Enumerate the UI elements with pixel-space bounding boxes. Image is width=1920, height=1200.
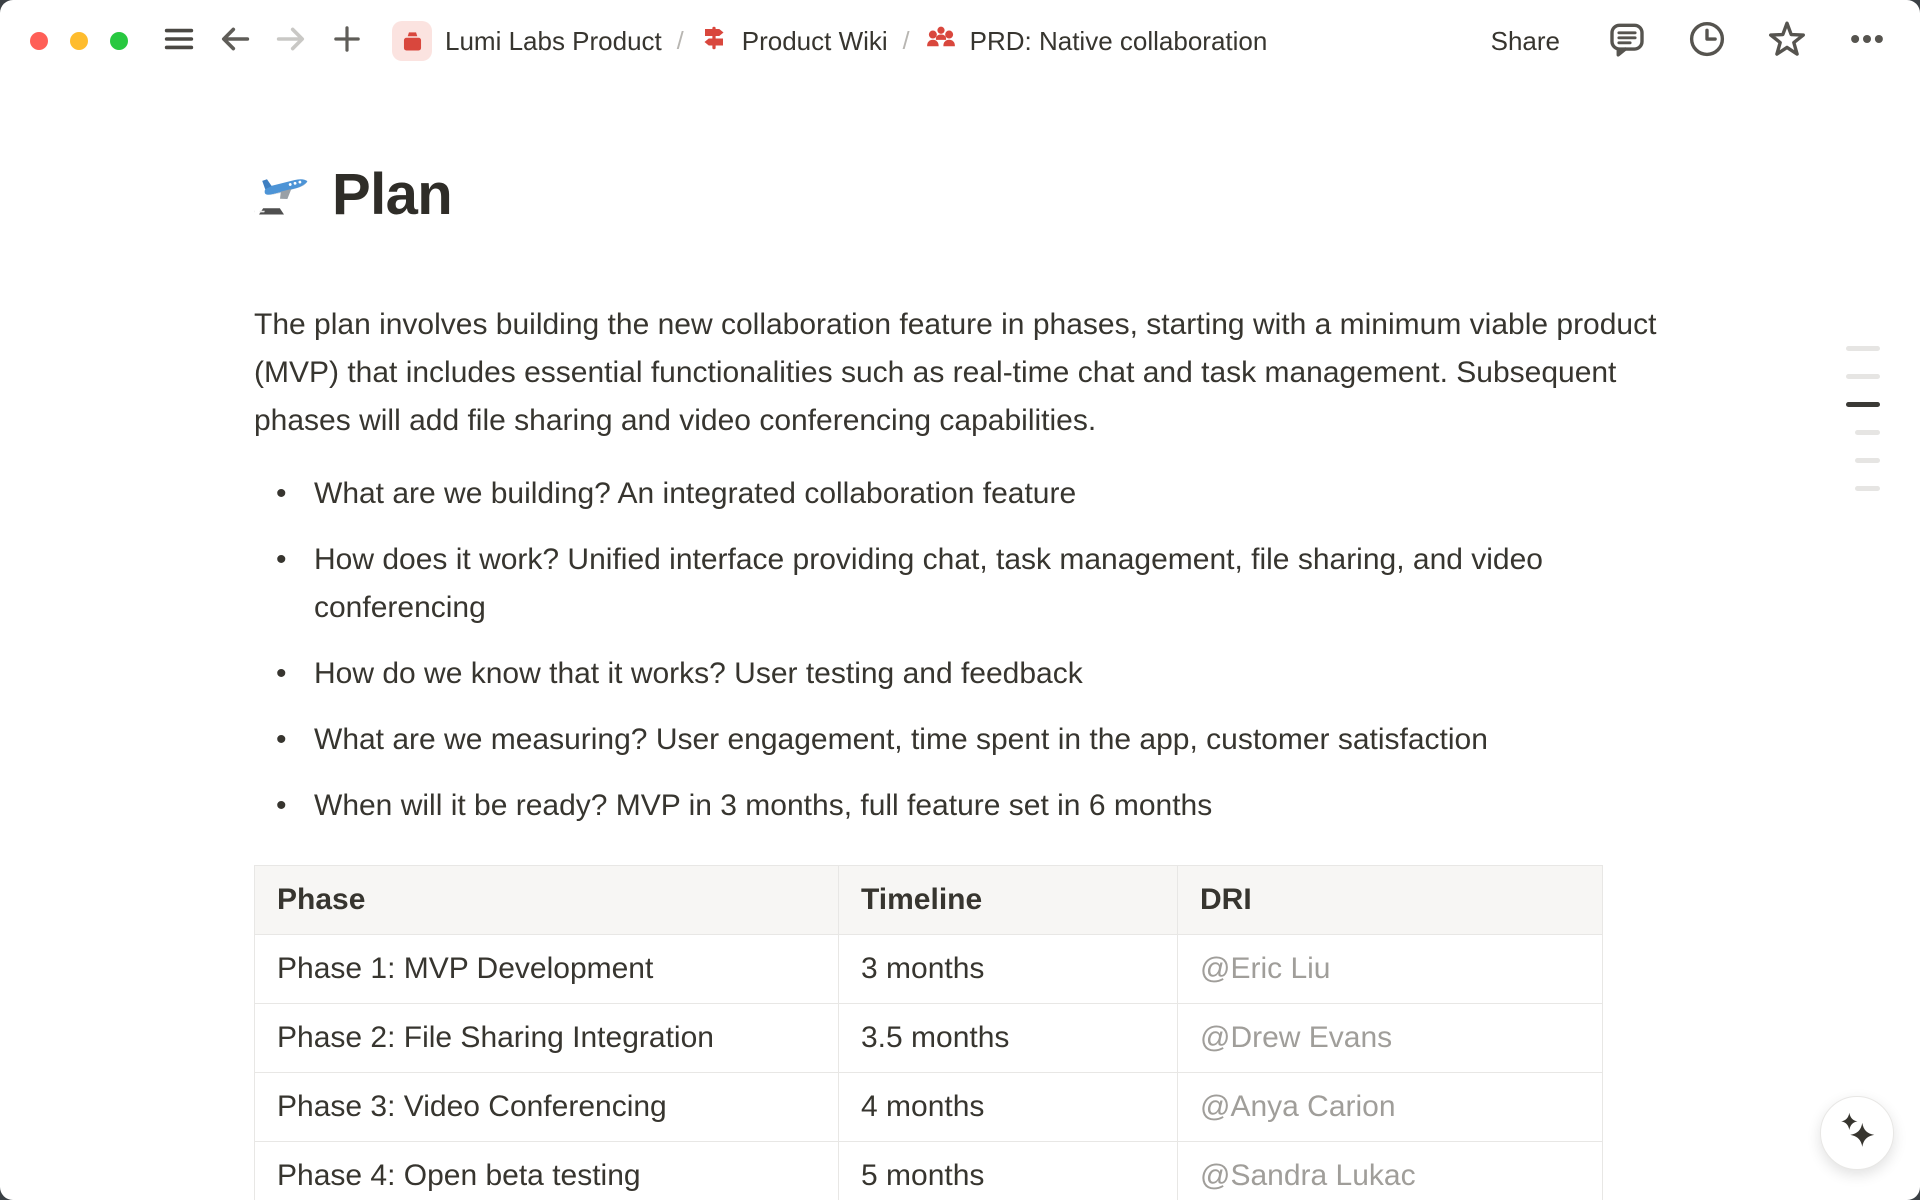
page-title[interactable]: Plan [332, 161, 452, 228]
outline-item[interactable] [1846, 374, 1880, 379]
table-column-header[interactable]: Timeline [839, 865, 1178, 934]
people-group-icon [925, 22, 957, 61]
outline-indicator [1846, 346, 1880, 491]
breadcrumb-label: PRD: Native collaboration [970, 26, 1268, 57]
ai-assistant-button[interactable] [1820, 1096, 1894, 1170]
new-page-button[interactable] [324, 18, 370, 64]
bullet-item[interactable]: How do we know that it works? User testi… [254, 641, 1666, 707]
sparkles-icon [1834, 1108, 1880, 1159]
table-row: Phase 1: MVP Development3 months@Eric Li… [255, 934, 1603, 1003]
clipboard-icon [392, 21, 432, 61]
minimize-window-button[interactable] [70, 32, 88, 50]
more-options-button[interactable] [1844, 18, 1890, 64]
outline-item[interactable] [1855, 486, 1880, 491]
table-header-row: PhaseTimelineDRI [255, 865, 1603, 934]
plus-icon [330, 22, 364, 61]
hamburger-icon [161, 21, 197, 62]
ellipsis-icon [1847, 19, 1887, 64]
zoom-window-button[interactable] [110, 32, 128, 50]
app-window: Lumi Labs Product / Product Wiki / PRD: … [0, 0, 1920, 1200]
document-body: Plan The plan involves building the new … [254, 122, 1666, 1200]
table-row: Phase 3: Video Conferencing4 months@Anya… [255, 1072, 1603, 1141]
table-column-header[interactable]: DRI [1178, 865, 1603, 934]
outline-item[interactable] [1855, 458, 1880, 463]
bullet-item[interactable]: How does it work? Unified interface prov… [254, 527, 1666, 641]
signpost-icon [699, 23, 729, 60]
breadcrumb-item-page[interactable]: PRD: Native collaboration [919, 18, 1274, 65]
phase-table-body: Phase 1: MVP Development3 months@Eric Li… [255, 934, 1603, 1200]
star-icon [1766, 18, 1808, 65]
table-row: Phase 4: Open beta testing5 months@Sandr… [255, 1141, 1603, 1200]
outline-item[interactable] [1846, 402, 1880, 407]
outline-item[interactable] [1846, 346, 1880, 351]
breadcrumb-separator: / [677, 27, 684, 56]
table-cell[interactable]: 3.5 months [839, 1003, 1178, 1072]
bullet-list: What are we building? An integrated coll… [254, 461, 1666, 839]
table-column-header[interactable]: Phase [255, 865, 839, 934]
breadcrumb-label: Product Wiki [742, 26, 888, 57]
table-row: Phase 2: File Sharing Integration3.5 mon… [255, 1003, 1603, 1072]
breadcrumb-label: Lumi Labs Product [445, 26, 662, 57]
breadcrumb-item-workspace[interactable]: Lumi Labs Product [386, 17, 668, 65]
airplane-departure-icon[interactable] [254, 162, 314, 227]
bullet-item[interactable]: When will it be ready? MVP in 3 months, … [254, 773, 1666, 839]
bullet-item[interactable]: What are we building? An integrated coll… [254, 461, 1666, 527]
table-cell-dri[interactable]: @Sandra Lukac [1178, 1141, 1603, 1200]
clock-icon [1687, 19, 1727, 64]
outline-item[interactable] [1855, 430, 1880, 435]
forward-button[interactable] [268, 18, 314, 64]
history-button[interactable] [1684, 18, 1730, 64]
back-button[interactable] [212, 18, 258, 64]
table-cell-dri[interactable]: @Anya Carion [1178, 1072, 1603, 1141]
traffic-lights [30, 32, 128, 50]
table-cell[interactable]: Phase 2: File Sharing Integration [255, 1003, 839, 1072]
table-cell-dri[interactable]: @Drew Evans [1178, 1003, 1603, 1072]
breadcrumb-item-wiki[interactable]: Product Wiki [693, 19, 894, 64]
share-button[interactable]: Share [1481, 20, 1570, 63]
phase-table: PhaseTimelineDRI Phase 1: MVP Developmen… [254, 865, 1603, 1200]
table-cell[interactable]: Phase 4: Open beta testing [255, 1141, 839, 1200]
breadcrumb: Lumi Labs Product / Product Wiki / PRD: … [386, 17, 1273, 65]
favorite-button[interactable] [1764, 18, 1810, 64]
table-cell[interactable]: 4 months [839, 1072, 1178, 1141]
toolbar: Lumi Labs Product / Product Wiki / PRD: … [0, 0, 1920, 82]
bullet-item[interactable]: What are we measuring? User engagement, … [254, 707, 1666, 773]
arrow-right-icon [273, 21, 309, 62]
breadcrumb-separator: / [903, 27, 910, 56]
table-cell[interactable]: Phase 3: Video Conferencing [255, 1072, 839, 1141]
phase-table-header: PhaseTimelineDRI [255, 865, 1603, 934]
page-title-row: Plan [254, 122, 1666, 267]
table-cell[interactable]: 3 months [839, 934, 1178, 1003]
close-window-button[interactable] [30, 32, 48, 50]
sidebar-menu-button[interactable] [156, 18, 202, 64]
intro-paragraph[interactable]: The plan involves building the new colla… [254, 301, 1666, 445]
arrow-left-icon [217, 21, 253, 62]
comment-icon [1607, 19, 1647, 64]
table-cell-dri[interactable]: @Eric Liu [1178, 934, 1603, 1003]
table-cell[interactable]: Phase 1: MVP Development [255, 934, 839, 1003]
table-cell[interactable]: 5 months [839, 1141, 1178, 1200]
comments-button[interactable] [1604, 18, 1650, 64]
